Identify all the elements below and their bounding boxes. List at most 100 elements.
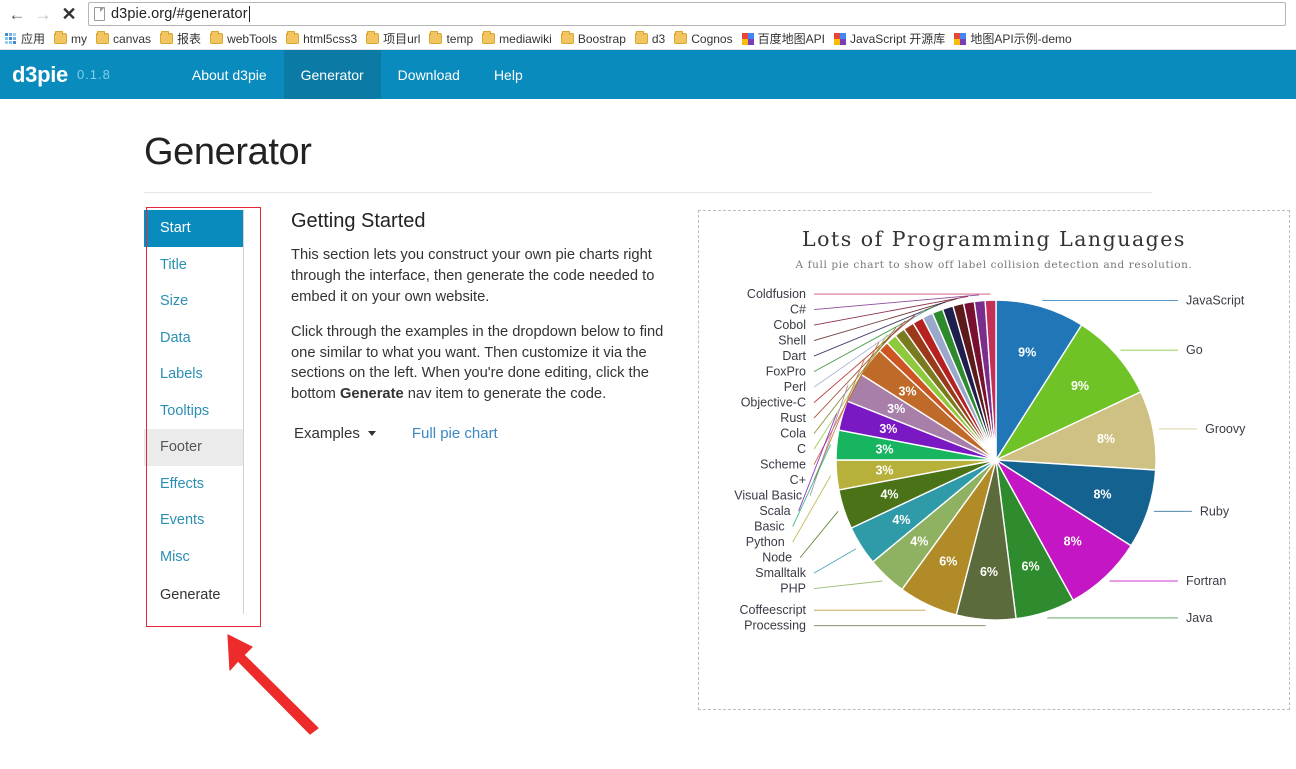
folder-icon <box>674 31 688 44</box>
bookmark-label: 项目url <box>383 32 421 46</box>
pie-percent-label: 8% <box>1093 488 1111 502</box>
brand-logo[interactable]: d3pie 0.1.8 <box>0 50 119 99</box>
page-document-icon <box>94 7 105 21</box>
bookmarks-bar: 应用 my canvas 报表 webTools html5css3 项目url <box>0 28 1296 50</box>
para2-after: nav item to generate the code. <box>403 386 607 403</box>
bookmark-baidu-map-api[interactable]: 百度地图API <box>739 29 830 48</box>
folder-icon <box>634 31 648 44</box>
bookmark-label: 应用 <box>21 32 46 46</box>
address-bar[interactable]: d3pie.org/#generator <box>88 2 1286 26</box>
text-caret <box>248 6 250 22</box>
pie-outer-label: PHP <box>780 582 806 596</box>
pie-outer-label: Processing <box>744 619 806 633</box>
pie-percent-label: 3% <box>887 402 905 416</box>
examples-dropdown-label: Examples <box>294 425 360 443</box>
browser-toolbar: ← → ✕ d3pie.org/#generator <box>0 0 1296 28</box>
pie-chart-svg[interactable]: 9%9%8%8%8%6%6%6%4%4%4%3%3%3%3%3% JavaScr… <box>699 257 1291 709</box>
pie-percent-label: 6% <box>1022 560 1040 574</box>
sidebar-item-size[interactable]: Size <box>144 283 243 320</box>
section-sidebar: Start Title Size Data Labels Tooltips Fo… <box>144 210 244 614</box>
bookmark-mediawiki[interactable]: mediawiki <box>479 31 557 47</box>
forward-arrow-icon[interactable]: → <box>30 1 56 27</box>
sidebar-item-events[interactable]: Events <box>144 502 243 539</box>
pie-percent-label: 4% <box>892 513 910 527</box>
brand-version: 0.1.8 <box>76 67 111 82</box>
stop-x-icon[interactable]: ✕ <box>56 1 82 27</box>
pie-outer-label: Objective-C <box>741 396 806 410</box>
sidebar-item-start[interactable]: Start <box>144 210 243 247</box>
getting-started-paragraph-2: Click through the examples in the dropdo… <box>291 322 672 406</box>
bookmark-cognos[interactable]: Cognos <box>671 31 737 47</box>
folder-icon <box>96 31 110 44</box>
pie-outer-label: Coffeescript <box>740 603 807 617</box>
bookmark-label: my <box>71 31 88 46</box>
sidebar-item-effects[interactable]: Effects <box>144 466 243 503</box>
nav-download[interactable]: Download <box>381 50 477 99</box>
pie-percent-label: 4% <box>910 535 928 549</box>
sidebar-item-misc[interactable]: Misc <box>144 539 243 576</box>
back-arrow-icon[interactable]: ← <box>4 1 30 27</box>
page-title: Generator <box>144 131 312 173</box>
bookmark-label: html5css3 <box>303 31 358 46</box>
bookmark-apps[interactable]: 应用 <box>2 29 50 48</box>
pie-outer-label: Ruby <box>1200 504 1230 518</box>
sidebar-item-labels[interactable]: Labels <box>144 356 243 393</box>
pie-percent-label: 9% <box>1018 345 1036 359</box>
bookmark-label: temp <box>446 31 474 46</box>
bookmark-webtools[interactable]: webTools <box>207 31 282 47</box>
pie-outer-label: Visual Basic <box>734 489 802 503</box>
bookmark-canvas[interactable]: canvas <box>93 31 156 47</box>
bookmark-label: mediawiki <box>499 31 552 46</box>
pie-chart: 9% 9% 8% 8% 8% 6% 6% 6% 4% 4% 4% 3% 3% 3% 3% 3% JavaScr… <box>699 257 1291 709</box>
folder-icon <box>54 31 68 44</box>
url-text: d3pie.org/#generator <box>111 6 248 22</box>
nav-about-d3pie[interactable]: About d3pie <box>175 50 284 99</box>
bookmark-label: JavaScript 开源库 <box>849 32 946 46</box>
folder-icon <box>429 31 443 44</box>
bookmark-javascript-opensource[interactable]: JavaScript 开源库 <box>831 29 950 48</box>
sidebar-item-tooltips[interactable]: Tooltips <box>144 393 243 430</box>
bookmark-d3[interactable]: d3 <box>632 31 670 47</box>
sidebar-item-title[interactable]: Title <box>144 247 243 284</box>
examples-row: Examples Full pie chart <box>291 425 672 442</box>
bookmark-my[interactable]: my <box>51 31 92 47</box>
pie-outer-label: FoxPro <box>766 365 806 379</box>
pie-outer-label: C <box>797 442 806 456</box>
pie-percent-label: 6% <box>980 565 998 579</box>
examples-dropdown[interactable]: Examples <box>294 425 376 442</box>
sidebar-item-footer[interactable]: Footer <box>144 429 243 466</box>
sidebar-item-generate[interactable]: Generate <box>144 575 243 614</box>
color-tiles-icon <box>741 32 754 45</box>
bookmark-boostrap[interactable]: Boostrap <box>558 31 631 47</box>
pie-outer-label: Scheme <box>760 458 806 472</box>
pie-outer-label: Basic <box>754 520 785 534</box>
nav-help[interactable]: Help <box>477 50 540 99</box>
bookmark-xiangmuurl[interactable]: 项目url <box>363 29 425 48</box>
bookmark-label: Cognos <box>691 31 733 46</box>
pie-percent-label: 3% <box>875 443 893 457</box>
sidebar-item-data[interactable]: Data <box>144 320 243 357</box>
folder-icon <box>160 31 174 44</box>
chart-preview-panel: Lots of Programming Languages A full pie… <box>698 210 1290 710</box>
pie-percent-label: 6% <box>939 554 957 568</box>
bookmark-baobiao[interactable]: 报表 <box>157 29 206 48</box>
pie-leader-line <box>813 580 883 590</box>
getting-started-panel: Getting Started This section lets you co… <box>262 210 672 710</box>
pie-outer-label: Cobol <box>773 318 806 332</box>
bookmark-label: d3 <box>651 31 666 46</box>
pie-outer-label: Smalltalk <box>755 566 806 580</box>
bookmark-html5css3[interactable]: html5css3 <box>283 31 362 47</box>
full-pie-chart-link[interactable]: Full pie chart <box>412 425 498 442</box>
browser-chrome: ← → ✕ d3pie.org/#generator 应用 my canvas … <box>0 0 1296 50</box>
bookmark-map-api-demo[interactable]: 地图API示例-demo <box>951 29 1076 48</box>
pie-outer-label: Groovy <box>1205 422 1246 436</box>
pie-outer-label: Shell <box>778 334 806 348</box>
pie-leader-line <box>799 511 839 558</box>
getting-started-paragraph-1: This section lets you construct your own… <box>291 247 655 305</box>
folder-icon <box>366 31 380 44</box>
nav-generator[interactable]: Generator <box>283 50 381 99</box>
folder-icon <box>210 31 224 44</box>
bookmark-label: Boostrap <box>577 31 626 46</box>
bookmark-temp[interactable]: temp <box>426 31 478 47</box>
pie-outer-label: Python <box>746 535 785 549</box>
